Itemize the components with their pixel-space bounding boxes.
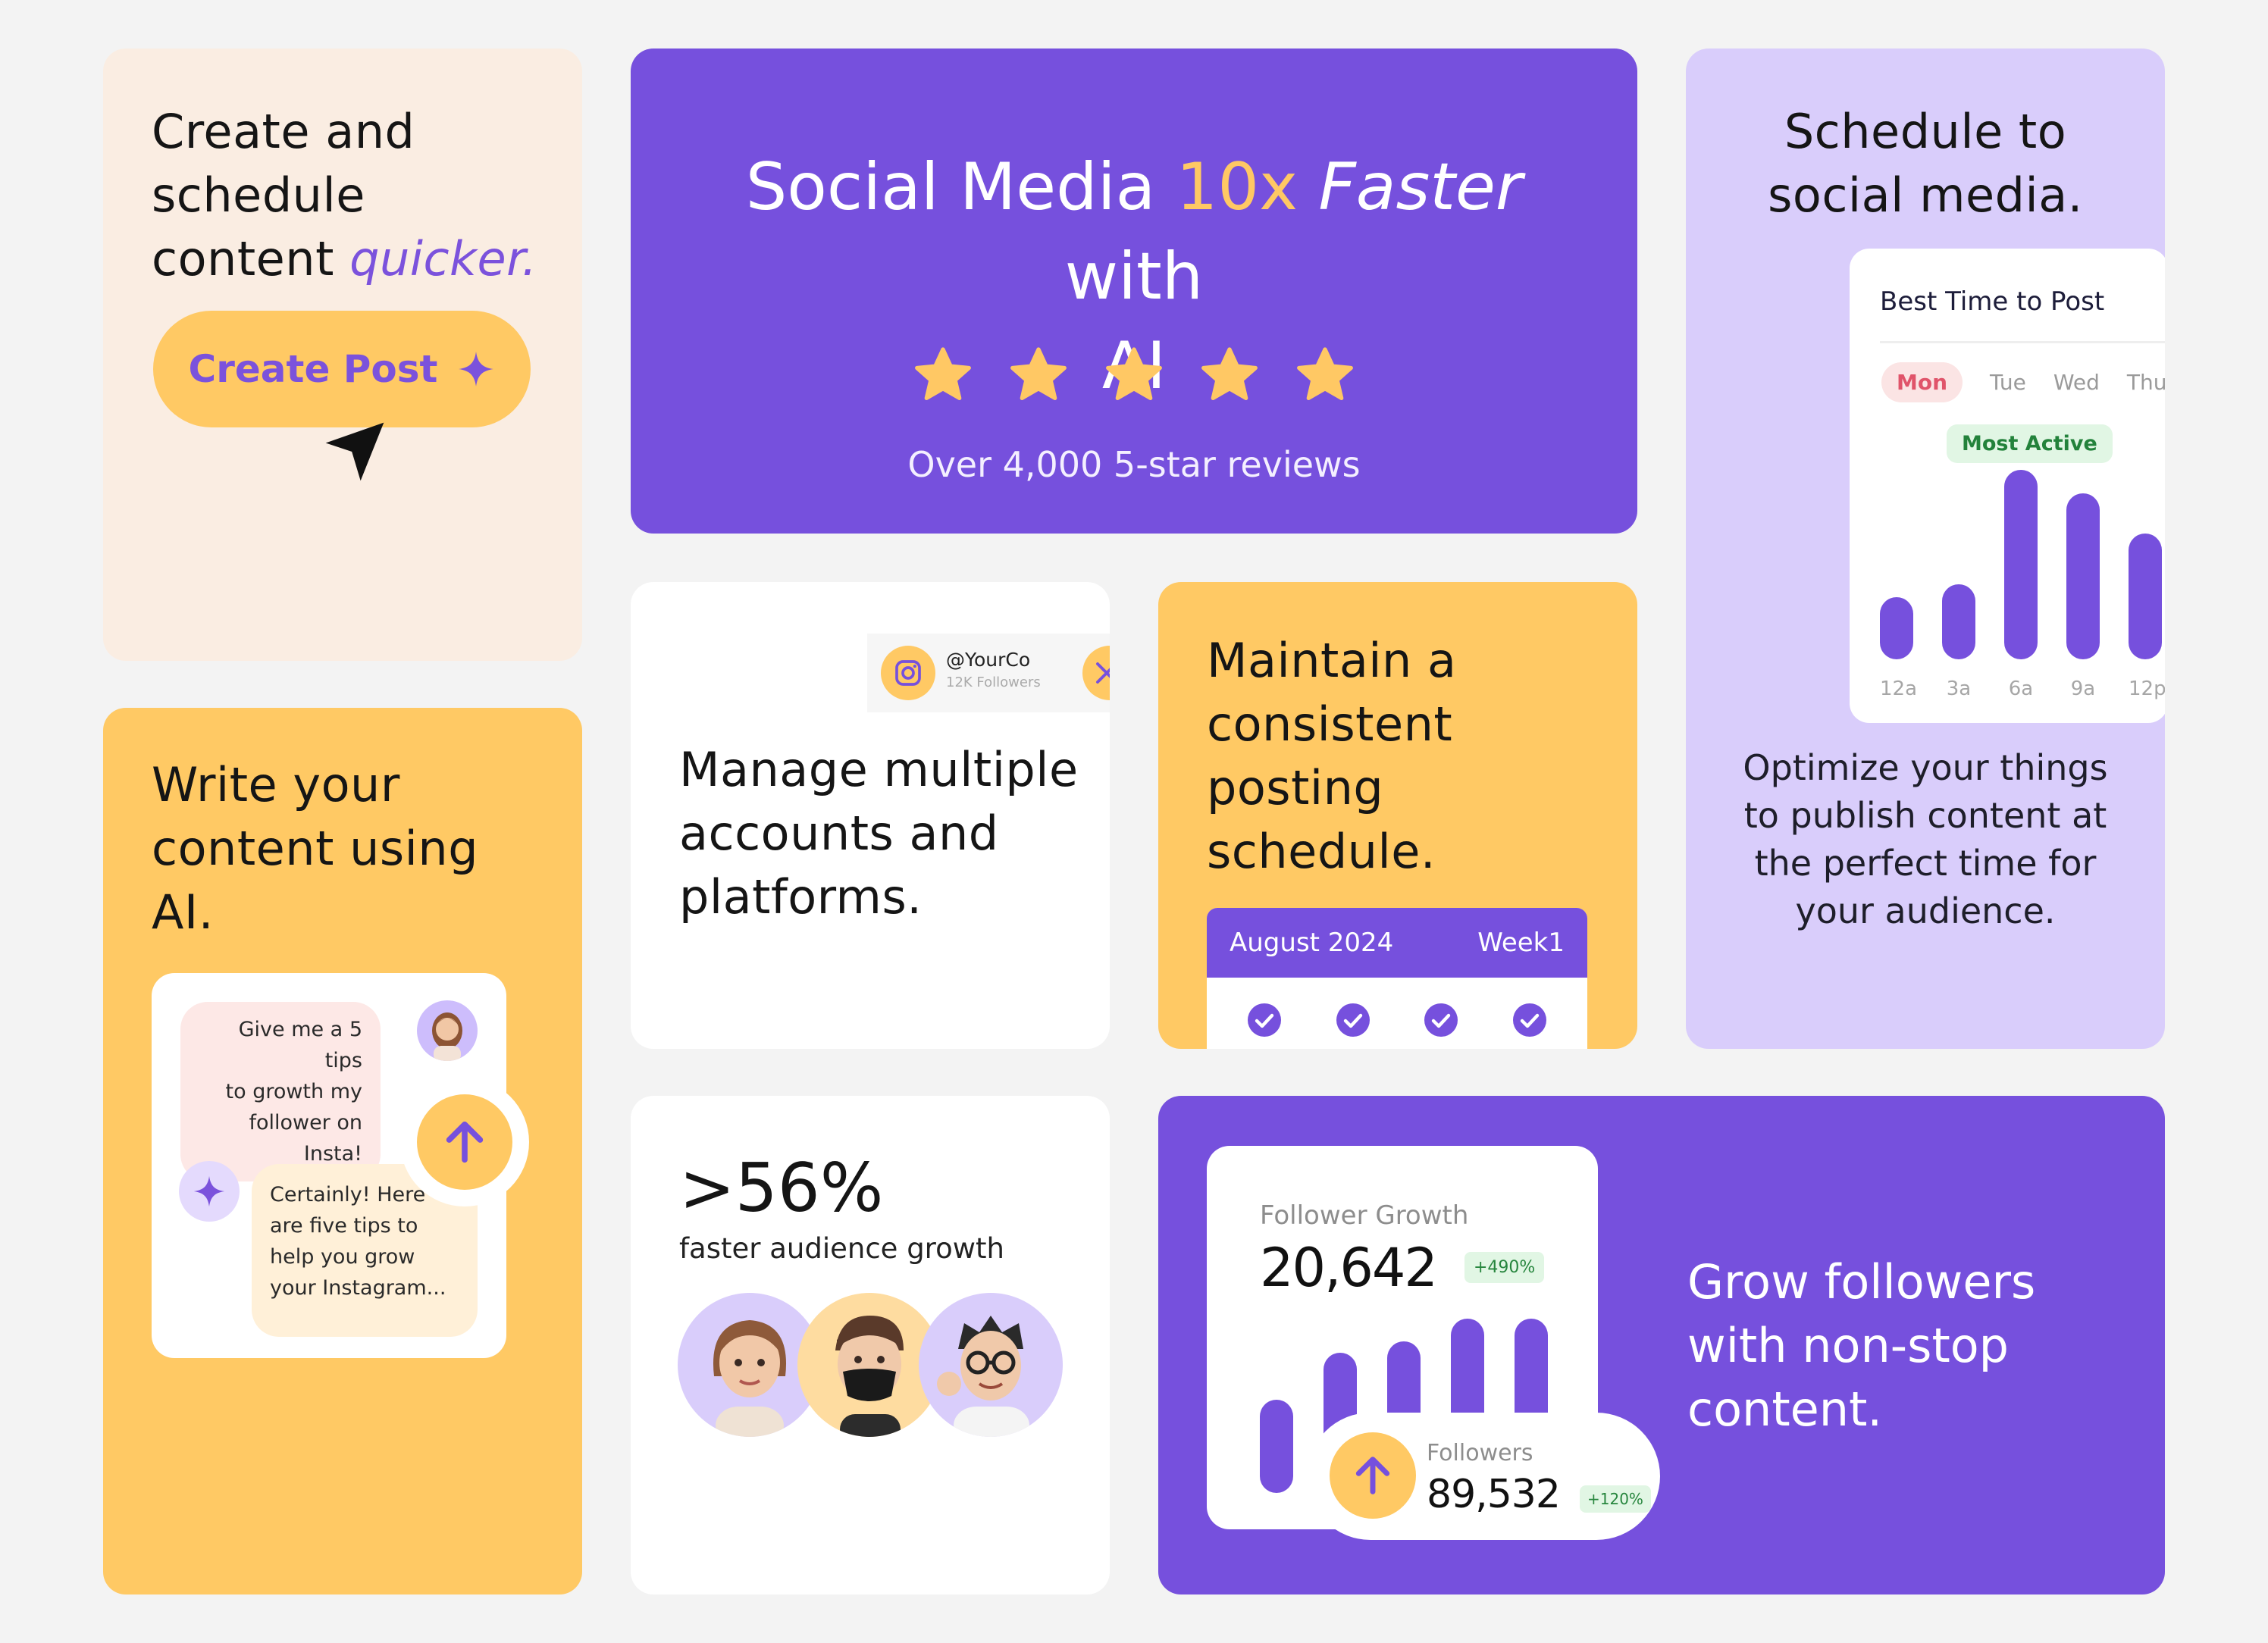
followers-value: 89,532 <box>1427 1472 1561 1517</box>
check-circle-icon <box>1512 1003 1546 1037</box>
best-time-bar <box>2066 493 2100 659</box>
growth-percent: >56% <box>679 1149 884 1227</box>
schedule-card: Schedule to social media. Best Time to P… <box>1686 49 2165 1049</box>
create-post-button[interactable]: Create Post <box>153 311 531 427</box>
sparkle-icon <box>459 352 494 386</box>
tab-thu[interactable]: Thu <box>2127 370 2165 395</box>
time-tick-label: 12p <box>2129 678 2165 700</box>
accounts-title: Manage multiple accounts and platforms. <box>679 742 1079 925</box>
time-tick-label: 3a <box>1946 678 1972 700</box>
avatar-man-glasses-icon <box>937 1316 1029 1437</box>
followers-pill: Followers 89,532 +120% <box>1307 1413 1660 1540</box>
calendar-header: August 2024 Week1 <box>1207 908 1587 978</box>
avatar <box>919 1293 1063 1437</box>
accounts-card: @YourCo 12K Followers Manage multiple ac… <box>631 582 1110 1049</box>
arrow-up-badge <box>1330 1432 1416 1519</box>
hero-card: Social Media 10x Faster with AI Over 4,0… <box>631 49 1637 534</box>
account-followers: 12K Followers <box>946 674 1041 690</box>
best-time-panel: Best Time to Post Mon Tue Wed Thu Most A… <box>1850 249 2165 723</box>
highlight-text: quicker. <box>349 231 537 286</box>
best-time-title: Best Time to Post <box>1880 286 2105 317</box>
instagram-icon <box>895 660 921 686</box>
star-icon <box>1106 347 1162 401</box>
best-time-bar <box>2004 470 2038 659</box>
send-button-wrapper <box>400 1078 529 1206</box>
instagram-badge[interactable] <box>881 646 935 700</box>
reviews-count: Over 4,000 5-star reviews <box>907 444 1361 485</box>
star-rating <box>631 344 1637 408</box>
check-circle-icon <box>1424 1003 1458 1037</box>
time-tick-label: 6a <box>2008 678 2034 700</box>
followers-change-badge: +120% <box>1580 1485 1651 1513</box>
time-axis: 12a 3a 6a 9a 12p <box>1880 678 2165 708</box>
schedule-description: Optimize your things to publish content … <box>1743 747 2108 931</box>
calendar-checks <box>1207 978 1587 1038</box>
time-tick-label: 12a <box>1880 678 1918 700</box>
avatar-woman-icon <box>432 1012 462 1061</box>
calendar-week: Week1 <box>1477 928 1565 958</box>
time-tick-label: 9a <box>2070 678 2096 700</box>
arrow-up-icon <box>1355 1457 1390 1494</box>
most-active-badge: Most Active <box>1947 424 2113 463</box>
followers-headline: Grow followers with non-stop content. <box>1687 1254 2036 1437</box>
follower-bar <box>1260 1400 1293 1493</box>
day-tabs: Mon Tue Wed Thu <box>1881 362 2165 402</box>
tab-wed[interactable]: Wed <box>2053 370 2100 395</box>
follower-growth-value: 20,642 <box>1260 1237 1438 1299</box>
star-icon <box>1297 347 1353 401</box>
growth-stat-card: >56% faster audience growth <box>631 1096 1110 1594</box>
calendar-month: August 2024 <box>1230 928 1394 958</box>
growth-change-badge: +490% <box>1464 1252 1545 1283</box>
account-handle: @YourCo <box>946 649 1031 671</box>
best-time-bar <box>2129 534 2162 659</box>
followers-card: Follower Growth 20,642 +490% Followers 8… <box>1158 1096 2165 1594</box>
create-content-card: Create and schedule content quicker. Cre… <box>103 49 582 661</box>
sparkle-icon <box>193 1175 225 1207</box>
user-message: Give me a 5 tips to growth my follower o… <box>180 1002 381 1181</box>
x-twitter-icon <box>1096 662 1110 684</box>
tab-mon[interactable]: Mon <box>1881 362 1963 402</box>
user-avatar <box>417 1000 478 1061</box>
star-icon <box>1201 347 1258 401</box>
ai-avatar <box>179 1161 240 1222</box>
consistent-schedule-card: Maintain a consistent posting schedule. … <box>1158 582 1637 1049</box>
schedule-title: Schedule to social media. <box>1768 104 2083 223</box>
follower-growth-title: Follower Growth <box>1260 1200 1469 1231</box>
growth-label: faster audience growth <box>679 1232 1004 1265</box>
check-circle-icon <box>1336 1003 1370 1037</box>
cursor-icon <box>325 422 384 481</box>
best-time-bar <box>1942 584 1975 659</box>
create-card-title: Create and schedule content quicker. <box>152 104 537 286</box>
send-button[interactable] <box>417 1094 512 1190</box>
divider <box>1880 341 2165 343</box>
consistent-title: Maintain a consistent posting schedule. <box>1207 633 1457 879</box>
write-ai-title: Write your content using AI. <box>152 757 479 940</box>
write-ai-card: Write your content using AI. Give me a 5… <box>103 708 582 1594</box>
arrow-up-icon <box>446 1121 484 1163</box>
star-icon <box>1010 347 1067 401</box>
best-time-chart <box>1880 470 2165 659</box>
check-circle-icon <box>1248 1003 1282 1037</box>
tab-tue[interactable]: Tue <box>1990 370 2026 395</box>
calendar-widget: August 2024 Week1 <box>1207 908 1587 1049</box>
best-time-bar <box>1880 597 1913 659</box>
star-icon <box>915 347 971 401</box>
followers-label: Followers <box>1427 1440 1533 1466</box>
